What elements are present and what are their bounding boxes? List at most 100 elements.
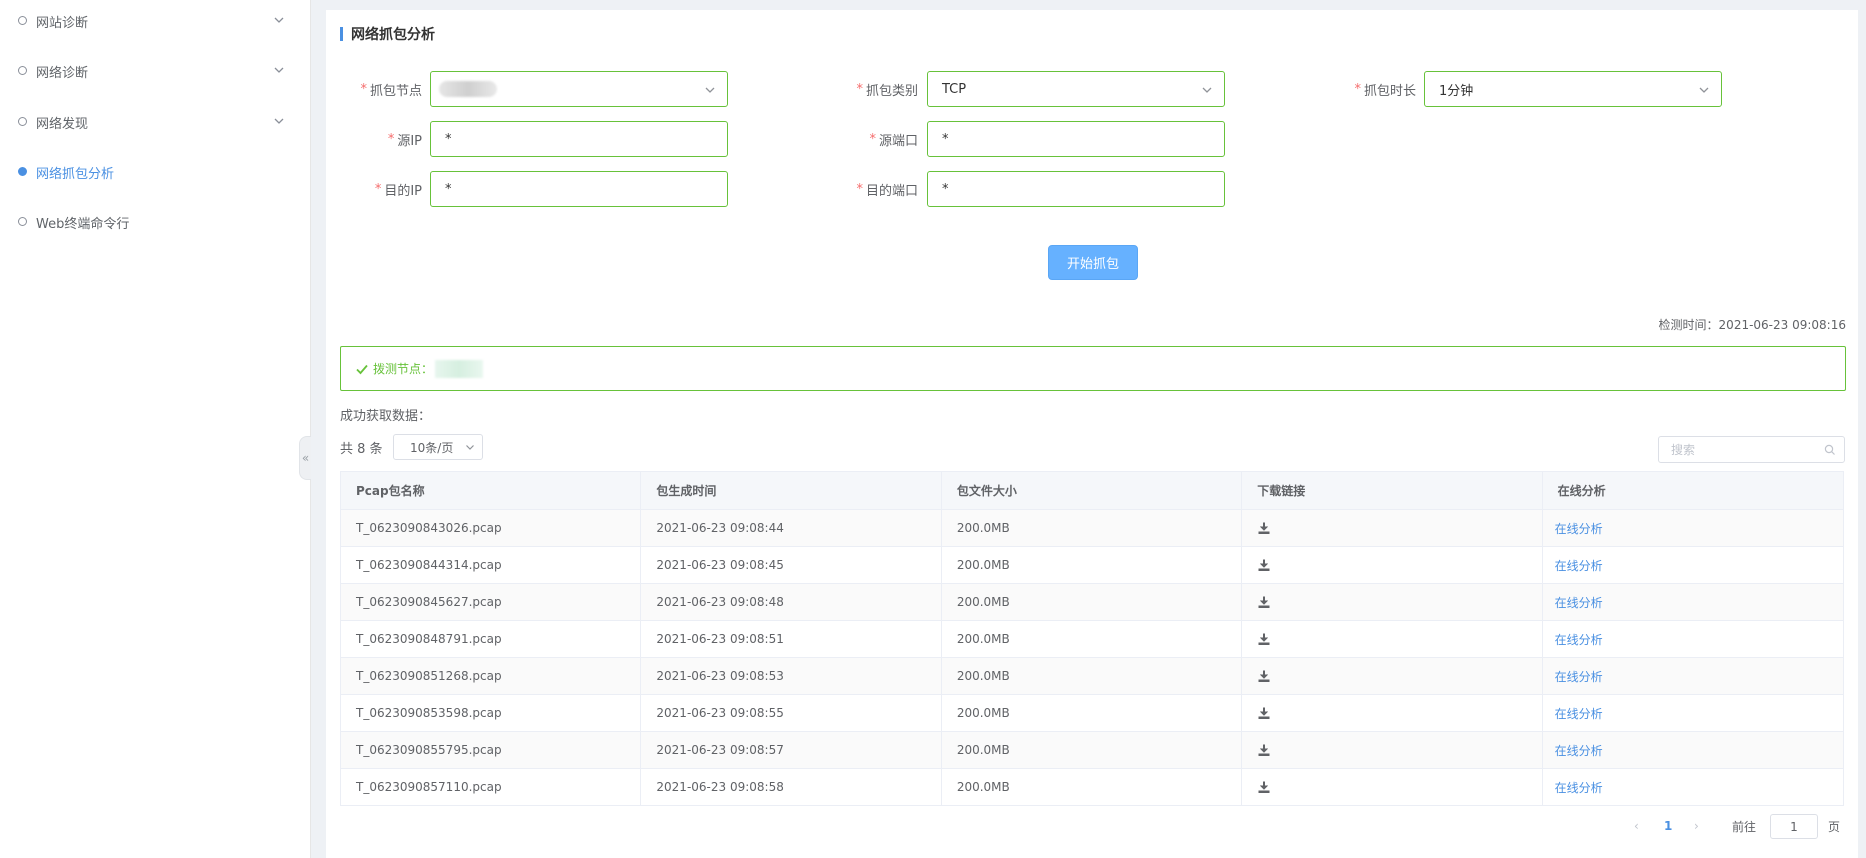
- cell-name: T_0623090853598.pcap: [341, 695, 642, 731]
- total-count: 共 8 条: [340, 442, 383, 457]
- sidebar-item-web-terminal[interactable]: Web终端命令行: [0, 210, 310, 234]
- cell-size: 200.0MB: [942, 658, 1243, 694]
- next-page-button[interactable]: ›: [1694, 814, 1699, 838]
- online-analyze-link[interactable]: 在线分析: [1543, 584, 1843, 620]
- required-mark: *: [387, 131, 395, 147]
- cell-download: [1242, 732, 1543, 768]
- table-row: T_0623090848791.pcap 2021-06-23 09:08:51 2…: [341, 620, 1843, 657]
- goto-page-input[interactable]: 1: [1770, 814, 1818, 839]
- page-title-text: 网络抓包分析: [351, 27, 435, 43]
- required-mark: *: [374, 181, 382, 197]
- chevron-down-icon: [466, 445, 474, 450]
- online-analyze-link[interactable]: 在线分析: [1543, 547, 1843, 583]
- required-mark: *: [1354, 81, 1361, 97]
- online-analyze-link[interactable]: 在线分析: [1543, 510, 1843, 546]
- chevron-down-icon: [1699, 87, 1709, 93]
- search-icon: [1824, 444, 1835, 455]
- chevron-down-icon: [274, 17, 284, 23]
- page-size-select[interactable]: 10条/页: [393, 434, 483, 460]
- sidebar-item-label: 网络诊断: [36, 66, 89, 81]
- blurred-probe-node: [435, 359, 484, 378]
- node-label-text: 抓包节点: [369, 83, 422, 99]
- start-capture-button[interactable]: 开始抓包: [1048, 245, 1138, 280]
- type-select[interactable]: TCP: [927, 71, 1225, 107]
- dst-port-input[interactable]: *: [927, 171, 1225, 207]
- src-port-label-text: 源端口: [878, 133, 918, 149]
- page-number-1[interactable]: 1: [1664, 814, 1672, 838]
- dst-ip-input[interactable]: *: [430, 171, 728, 207]
- cell-download: [1242, 769, 1543, 805]
- page-suffix: 页: [1828, 819, 1841, 834]
- sidebar-item-packet-capture[interactable]: 网络抓包分析: [0, 160, 310, 184]
- page-size-value: 10条/页: [410, 440, 454, 455]
- sidebar-item-label: 网络抓包分析: [36, 167, 115, 182]
- chevron-down-icon: [1202, 87, 1212, 93]
- download-icon[interactable]: [1257, 706, 1271, 720]
- cell-time: 2021-06-23 09:08:44: [641, 510, 942, 546]
- src-port-input[interactable]: *: [927, 121, 1225, 157]
- cell-size: 200.0MB: [942, 695, 1243, 731]
- cell-download: [1242, 510, 1543, 546]
- dst-ip-value: *: [445, 181, 452, 197]
- node-label: * 抓包节点: [340, 71, 422, 107]
- required-mark: *: [856, 81, 863, 97]
- sidebar-item-label: 网站诊断: [36, 16, 89, 31]
- src-ip-label: * 源IP: [340, 121, 422, 157]
- type-label-text: 抓包类别: [865, 83, 918, 99]
- type-select-value: TCP: [942, 81, 967, 97]
- probe-node-box: 拨测节点：: [340, 346, 1846, 391]
- cell-size: 200.0MB: [942, 584, 1243, 620]
- download-icon[interactable]: [1257, 780, 1271, 794]
- online-analyze-link[interactable]: 在线分析: [1543, 695, 1843, 731]
- dst-ip-label-text: 目的IP: [384, 183, 422, 199]
- online-analyze-link[interactable]: 在线分析: [1543, 732, 1843, 768]
- sidebar: 网站诊断 网络诊断 网络发现 网络抓包分析 Web终端命令行: [0, 0, 311, 858]
- sidebar-item-website-diagnosis[interactable]: 网站诊断: [0, 9, 310, 33]
- header-analyze[interactable]: 在线分析: [1543, 472, 1843, 509]
- cell-name: T_0623090843026.pcap: [341, 510, 642, 546]
- circle-bullet-icon: [18, 217, 27, 226]
- title-accent-bar: [340, 27, 343, 41]
- sidebar-collapse-handle[interactable]: «: [299, 436, 311, 480]
- search-input[interactable]: 搜索: [1658, 436, 1845, 463]
- cell-download: [1242, 621, 1543, 657]
- check-icon: [356, 364, 368, 374]
- sidebar-item-network-diagnosis[interactable]: 网络诊断: [0, 59, 310, 83]
- sidebar-item-network-discovery[interactable]: 网络发现: [0, 110, 310, 134]
- download-icon[interactable]: [1257, 632, 1271, 646]
- download-icon[interactable]: [1257, 521, 1271, 535]
- cell-name: T_0623090851268.pcap: [341, 658, 642, 694]
- table-row: T_0623090844314.pcap 2021-06-23 09:08:45 2…: [341, 546, 1843, 583]
- blurred-node-value: [439, 81, 497, 97]
- chevron-down-icon: [705, 87, 715, 93]
- download-icon[interactable]: [1257, 743, 1271, 757]
- header-name[interactable]: Pcap包名称: [341, 472, 642, 509]
- online-analyze-link[interactable]: 在线分析: [1543, 769, 1843, 805]
- cell-size: 200.0MB: [942, 769, 1243, 805]
- header-time[interactable]: 包生成时间: [641, 472, 942, 509]
- dst-port-value: *: [942, 181, 949, 197]
- src-ip-input[interactable]: *: [430, 121, 728, 157]
- table-row: T_0623090843026.pcap 2021-06-23 09:08:44 2…: [341, 509, 1843, 546]
- online-analyze-link[interactable]: 在线分析: [1543, 621, 1843, 657]
- src-ip-value: *: [445, 131, 452, 147]
- cell-time: 2021-06-23 09:08:48: [641, 584, 942, 620]
- table-row: T_0623090845627.pcap 2021-06-23 09:08:48 2…: [341, 583, 1843, 620]
- dst-port-label: * 目的端口: [838, 171, 918, 207]
- cell-time: 2021-06-23 09:08:45: [641, 547, 942, 583]
- node-select[interactable]: [430, 71, 728, 107]
- chevron-down-icon: [274, 67, 284, 73]
- download-icon[interactable]: [1257, 669, 1271, 683]
- download-icon[interactable]: [1257, 595, 1271, 609]
- duration-select[interactable]: 1分钟: [1424, 71, 1722, 107]
- page-title: 网络抓包分析: [340, 25, 435, 43]
- pcap-table: Pcap包名称 包生成时间 包文件大小 下载链接 在线分析 T_06230908…: [340, 471, 1844, 806]
- prev-page-button[interactable]: ‹: [1634, 814, 1639, 838]
- type-label: * 抓包类别: [838, 71, 918, 107]
- header-size[interactable]: 包文件大小: [942, 472, 1243, 509]
- download-icon[interactable]: [1257, 558, 1271, 572]
- cell-name: T_0623090848791.pcap: [341, 621, 642, 657]
- header-download[interactable]: 下载链接: [1242, 472, 1543, 509]
- online-analyze-link[interactable]: 在线分析: [1543, 658, 1843, 694]
- cell-size: 200.0MB: [942, 732, 1243, 768]
